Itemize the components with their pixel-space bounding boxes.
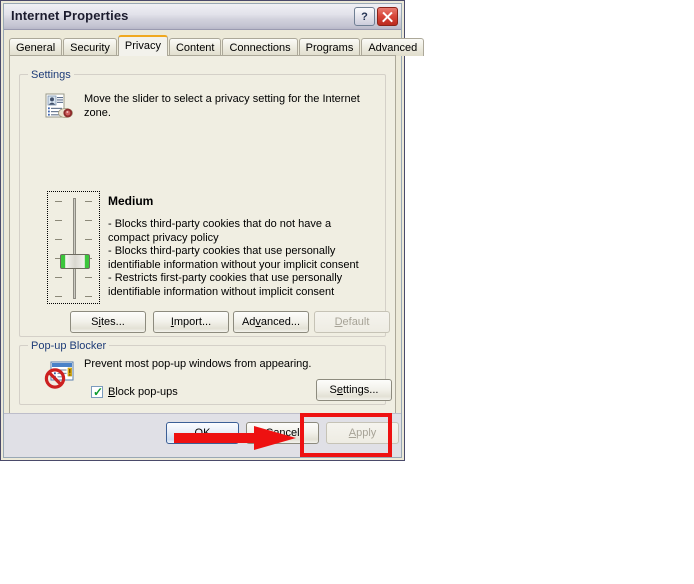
tab-advanced[interactable]: Advanced [361, 38, 425, 56]
slider-ticks-right [85, 201, 93, 297]
import-button[interactable]: Import... [153, 311, 229, 333]
privacy-level-title: Medium [108, 194, 154, 208]
sites-button-label: Sites... [91, 316, 125, 328]
close-icon[interactable] [377, 7, 398, 26]
popup-settings-button[interactable]: Settings... [316, 379, 392, 401]
default-button: Default [314, 311, 390, 333]
cancel-button[interactable]: Cancel [246, 422, 319, 444]
apply-button: Apply [326, 422, 399, 444]
tab-general[interactable]: General [9, 38, 63, 56]
titlebar: Internet Properties ? [4, 4, 401, 30]
sites-button[interactable]: Sites... [70, 311, 146, 333]
privacy-settings-icon [45, 93, 73, 118]
tab-programs[interactable]: Programs [298, 38, 361, 56]
internet-properties-dialog: Internet Properties ? General Security P… [0, 0, 425, 461]
tab-privacy[interactable]: Privacy [117, 35, 168, 56]
slider-track [73, 198, 76, 299]
settings-description: Move the slider to select a privacy sett… [84, 93, 360, 119]
import-button-label: Import... [170, 316, 212, 328]
popup-blocker-groupbox: Pop-up Blocker Prevent most pop-up windo… [19, 340, 392, 405]
settings-groupbox: Settings Move the slider to select a pri… [19, 69, 390, 337]
dialog-inner-frame: Internet Properties ? General Security P… [3, 3, 425, 458]
popup-blocker-legend: Pop-up Blocker [28, 340, 110, 352]
settings-button-row: Sites... Import... Advanced... Default [20, 311, 390, 333]
tab-security[interactable]: Security [63, 38, 117, 56]
titlebar-buttons: ? [354, 7, 398, 26]
apply-button-label: Apply [348, 427, 377, 439]
privacy-level-slider[interactable] [47, 191, 100, 304]
default-button-label: Default [334, 316, 370, 328]
help-button[interactable]: ? [354, 7, 375, 26]
block-popups-row[interactable]: ✓ Block pop-ups [91, 386, 178, 398]
slider-thumb[interactable] [60, 254, 90, 269]
slider-ticks-left [55, 201, 63, 297]
popup-blocker-icon [44, 361, 74, 389]
advanced-button-label: Advanced... [241, 316, 301, 328]
window-title: Internet Properties [11, 8, 129, 23]
block-popups-checkbox[interactable]: ✓ [91, 386, 103, 398]
popup-blocker-description: Prevent most pop-up windows from appeari… [84, 358, 312, 370]
privacy-tab-page: Settings Move the slider to select a pri… [9, 55, 396, 457]
tab-strip: General Security Privacy Content Connect… [9, 35, 425, 56]
advanced-button[interactable]: Advanced... [233, 311, 309, 333]
dialog-footer: OK Cancel Apply [4, 413, 401, 457]
tab-connections[interactable]: Connections [222, 38, 298, 56]
checkmark-icon: ✓ [93, 385, 104, 399]
ok-button[interactable]: OK [166, 422, 239, 444]
popup-settings-button-label: Settings... [329, 384, 379, 396]
tab-content[interactable]: Content [168, 38, 222, 56]
settings-legend: Settings [28, 69, 74, 81]
block-popups-label: Block pop-ups [108, 386, 178, 398]
privacy-level-description: - Blocks third-party cookies that do not… [108, 218, 359, 298]
